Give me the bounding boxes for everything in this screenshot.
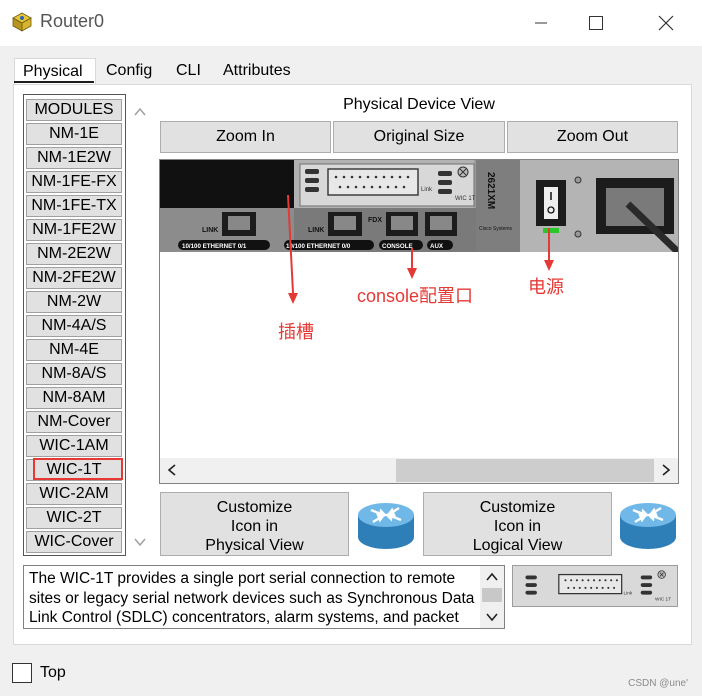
module-list-scrollbar[interactable] (128, 94, 152, 556)
customize-physical-line2: Icon in (230, 518, 279, 535)
slot-annotation: 插槽 (278, 322, 314, 342)
description-line: The WIC-1T provides a single port serial… (29, 570, 456, 587)
empty-nm-slot (160, 160, 294, 208)
module-description[interactable]: The WIC-1T provides a single port serial… (23, 565, 505, 629)
customize-logical-line2: Icon in (493, 518, 542, 535)
ethernet-0-0-label: 10/100 ETHERNET 0/0 (286, 243, 351, 250)
fdx-label: FDX (368, 217, 382, 224)
description-text: The WIC-1T provides a single port serial… (29, 569, 479, 628)
wic-module-thumbnail: Link WIC 1T (512, 565, 678, 607)
aux-label: AUX (430, 243, 444, 250)
chevron-up-icon[interactable] (132, 104, 148, 120)
router-icon (620, 503, 676, 549)
thumb-wic-label: WIC 1T (655, 596, 671, 602)
device-view-hscrollbar[interactable] (160, 458, 678, 483)
tab-attributes[interactable]: Attributes (215, 58, 299, 84)
console-label: CONSOLE (382, 243, 413, 250)
module-item[interactable]: NM-4A/S (26, 315, 122, 337)
close-icon (658, 15, 674, 31)
customize-logical-icon-button[interactable]: Customize Icon in Logical View (423, 492, 612, 556)
serial-port (327, 168, 419, 196)
chevron-left-icon[interactable] (164, 462, 180, 478)
power-led (543, 228, 559, 233)
module-item[interactable]: NM-Cover (26, 411, 122, 433)
tab-cli[interactable]: CLI (168, 58, 209, 84)
module-item[interactable]: NM-8A/S (26, 363, 122, 385)
link-label-1: LINK (202, 227, 218, 234)
top-checkbox-label: Top (40, 664, 66, 681)
description-scroll-thumb[interactable] (482, 588, 502, 602)
maximize-button[interactable] (573, 0, 619, 46)
original-size-button[interactable]: Original Size (333, 121, 505, 153)
description-scrollbar[interactable] (480, 566, 504, 628)
wic-name-label: WIC 1T (455, 196, 476, 202)
customize-physical-icon-button[interactable]: Customize Icon in Physical View (160, 492, 349, 556)
module-list[interactable]: MODULES NM-1E NM-1E2W NM-1FE-FX NM-1FE-T… (23, 94, 126, 556)
physical-device-view-label: Physical Device View (343, 96, 495, 113)
chevron-up-icon[interactable] (484, 570, 500, 584)
module-item[interactable]: WIC-2AM (26, 483, 122, 505)
module-item[interactable]: WIC-2T (26, 507, 122, 529)
module-item[interactable]: NM-2FE2W (26, 267, 122, 289)
description-line: sites or legacy serial network devices s… (29, 589, 475, 607)
maximize-icon (589, 16, 603, 30)
zoom-out-button[interactable]: Zoom Out (507, 121, 678, 153)
minimize-button[interactable] (518, 0, 564, 46)
customize-physical-line3: Physical View (205, 537, 304, 554)
chevron-down-icon[interactable] (484, 610, 500, 624)
wic-link-label: Link (421, 187, 433, 193)
router-chassis[interactable]: Link WIC 1T W0 2621XM Cisco Systems LINK… (160, 160, 678, 252)
customize-logical-line3: Logical View (472, 537, 563, 554)
module-item[interactable]: NM-8AM (26, 387, 122, 409)
title-bar: Router0 (0, 0, 702, 46)
tab-active-indicator (14, 81, 94, 83)
module-item[interactable]: NM-1E2W (26, 147, 122, 169)
router-icon (358, 503, 414, 549)
module-item[interactable]: WIC-1AM (26, 435, 122, 457)
close-button[interactable] (643, 0, 689, 46)
minimize-icon (535, 22, 547, 24)
router-app-icon (12, 12, 32, 32)
selection-highlight (33, 458, 123, 480)
customize-physical-line1: Customize (216, 499, 293, 516)
description-line: Link Control (SDLC) concentrators, alarm… (29, 609, 459, 626)
module-item[interactable]: NM-1FE-TX (26, 195, 122, 217)
window-title: Router0 (40, 11, 105, 31)
module-item-modules[interactable]: MODULES (26, 99, 122, 121)
hscroll-thumb[interactable] (396, 459, 654, 482)
power-annotation: 电源 (528, 277, 564, 297)
module-item[interactable]: WIC-Cover (26, 531, 122, 553)
chevron-down-icon[interactable] (132, 534, 148, 550)
thumb-link-label: Link (624, 591, 633, 597)
link-label-0: LINK (308, 227, 324, 234)
module-item[interactable]: NM-1FE-FX (26, 171, 122, 193)
module-item[interactable]: NM-1E (26, 123, 122, 145)
module-item[interactable]: NM-2W (26, 291, 122, 313)
watermark: CSDN @une' (628, 678, 688, 689)
tab-config[interactable]: Config (98, 58, 160, 84)
customize-logical-line1: Customize (479, 499, 556, 516)
top-checkbox[interactable] (12, 663, 32, 683)
module-item[interactable]: NM-4E (26, 339, 122, 361)
module-item[interactable]: NM-2E2W (26, 243, 122, 265)
cisco-brand-label: Cisco Systems (479, 226, 513, 232)
console-annotation: console配置口 (357, 286, 474, 306)
module-item[interactable]: NM-1FE2W (26, 219, 122, 241)
router-model-label: 2621XM (485, 172, 496, 209)
ethernet-0-1-label: 10/100 ETHERNET 0/1 (182, 243, 247, 250)
chevron-right-icon[interactable] (658, 462, 674, 478)
zoom-in-button[interactable]: Zoom In (160, 121, 331, 153)
